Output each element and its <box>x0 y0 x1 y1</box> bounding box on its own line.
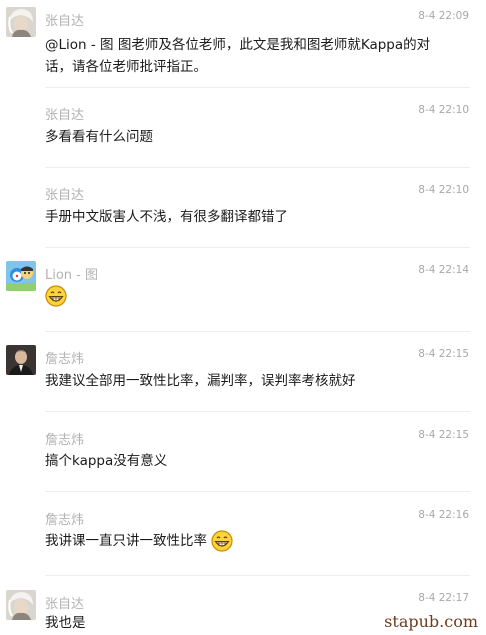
message-text <box>45 285 445 307</box>
message-time: 8-4 22:10 <box>418 184 469 196</box>
message-text: 多看看有什么问题 <box>45 129 153 145</box>
message-time: 8-4 22:16 <box>418 509 469 521</box>
message-divider <box>45 331 470 332</box>
message-divider <box>45 411 470 412</box>
message-divider <box>45 575 470 576</box>
sender-name: Lion - 图 <box>45 268 99 283</box>
white-hair-avatar-icon <box>6 7 36 37</box>
message-divider <box>45 167 470 168</box>
sender-name: 张自达 <box>45 108 85 123</box>
message-time: 8-4 22:14 <box>418 264 469 276</box>
message-time: 8-4 22:10 <box>418 104 469 116</box>
message-divider <box>45 491 470 492</box>
message-text: 手册中文版害人不浅，有很多翻译都错了 <box>45 209 288 225</box>
watermark: stapub.com <box>384 612 478 631</box>
grin-emoji-icon <box>211 530 233 552</box>
sender-name: 张自达 <box>45 14 85 29</box>
sender-avatar[interactable] <box>6 261 36 291</box>
message-divider <box>45 247 470 248</box>
message-time: 8-4 22:15 <box>418 348 469 360</box>
sender-name: 张自达 <box>45 597 85 612</box>
sender-avatar[interactable] <box>6 7 36 37</box>
message-text: 搞个kappa没有意义 <box>45 453 168 469</box>
message-time: 8-4 22:15 <box>418 429 469 441</box>
sender-name: 张自达 <box>45 188 85 203</box>
sender-avatar[interactable] <box>6 590 36 620</box>
grin-emoji-icon <box>45 285 67 307</box>
sender-name: 詹志炜 <box>45 513 85 528</box>
message-text: @Lion - 图 图老师及各位老师，此文是我和图老师就Kappa的对话，请各位… <box>45 37 431 75</box>
suit-man-avatar-icon <box>6 345 36 375</box>
sender-name: 詹志炜 <box>45 433 85 448</box>
message-time: 8-4 22:09 <box>418 10 469 22</box>
sender-name: 詹志炜 <box>45 352 85 367</box>
message-text-content: 我讲课一直只讲一致性比率 <box>45 533 207 549</box>
message-divider <box>45 87 470 88</box>
cartoon-avatar-icon <box>6 261 36 291</box>
sender-avatar[interactable] <box>6 345 36 375</box>
message-time: 8-4 22:17 <box>418 592 469 604</box>
message-text: 我讲课一直只讲一致性比率 <box>45 530 445 552</box>
white-hair-avatar-icon <box>6 590 36 620</box>
message-text: 我建议全部用一致性比率，漏判率，误判率考核就好 <box>45 373 356 389</box>
